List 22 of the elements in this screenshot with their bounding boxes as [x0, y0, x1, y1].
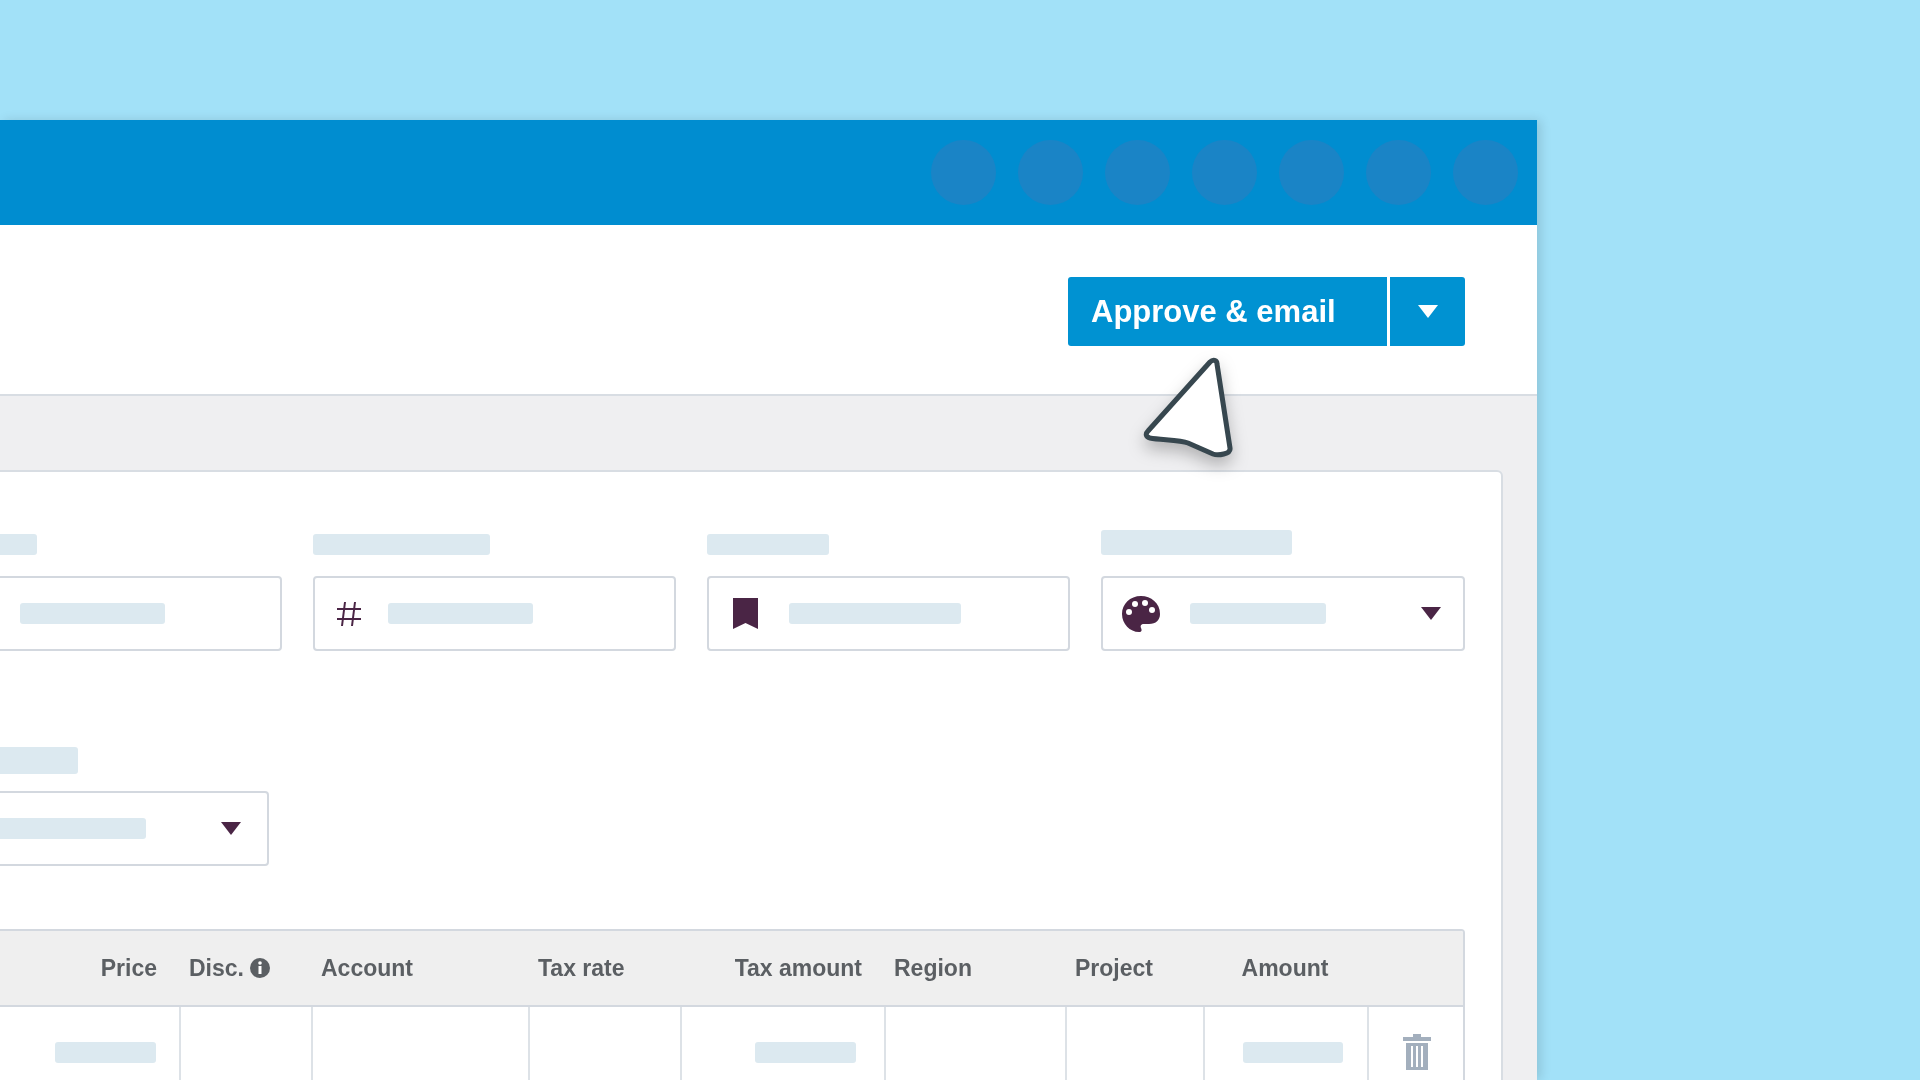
theme-dropdown[interactable]: [1101, 576, 1465, 651]
caret-icon: [1417, 305, 1438, 318]
select-dropdown[interactable]: [0, 791, 269, 866]
dropdown-button[interactable]: [1390, 277, 1465, 346]
number-field[interactable]: [313, 576, 676, 651]
column-header: Region: [884, 931, 1065, 1007]
input-field[interactable]: [0, 576, 282, 651]
column-header: Disc.: [179, 931, 311, 1007]
column-header: Tax rate: [528, 931, 680, 1007]
column-header: Price: [0, 931, 179, 1007]
column-header: Tax amount: [680, 931, 884, 1007]
trash-icon[interactable]: [1402, 1034, 1431, 1070]
reference-field[interactable]: [707, 576, 1070, 651]
caret-icon: [221, 822, 241, 835]
column-header: Project: [1065, 931, 1203, 1007]
column-header: Account: [311, 931, 528, 1007]
approve-email-button[interactable]: Approve & email: [1068, 277, 1387, 346]
bookmark-icon: [733, 598, 758, 629]
caret-icon: [1421, 607, 1441, 620]
column-header: Amount: [1203, 931, 1367, 1007]
hash-icon: [336, 600, 362, 627]
palette-icon: [1121, 594, 1161, 633]
